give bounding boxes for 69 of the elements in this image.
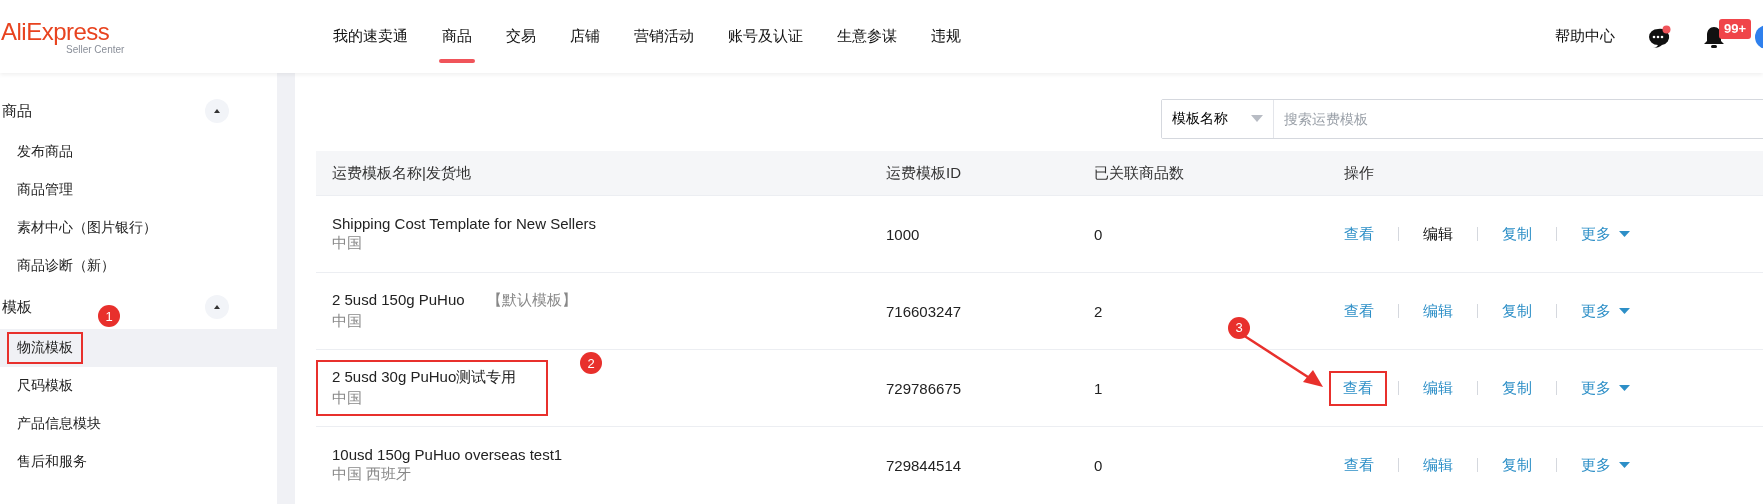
search-field[interactable]: 模板名称 搜索运费模板 bbox=[1161, 99, 1763, 139]
ship-from: 中国 bbox=[332, 234, 363, 253]
template-name: Shipping Cost Template for New Sellers bbox=[332, 215, 597, 232]
more-dropdown[interactable]: 更多 bbox=[1581, 451, 1630, 479]
sidebar-item[interactable]: 商品诊断（新） bbox=[0, 247, 277, 285]
sidebar-item[interactable]: 素材中心（图片银行） bbox=[0, 209, 277, 247]
product-count: 2 bbox=[1093, 302, 1104, 320]
sidebar-item[interactable]: 尺码模板 bbox=[0, 367, 277, 405]
action-link[interactable]: 查看 bbox=[1344, 220, 1374, 248]
nav-tab[interactable]: 店铺 bbox=[553, 0, 617, 73]
caret-icon bbox=[1251, 115, 1263, 123]
notification-count: 99+ bbox=[1719, 18, 1752, 39]
step-marker: 1 bbox=[98, 305, 120, 327]
template-name: 2 5usd 150g PuHuo bbox=[332, 291, 465, 310]
action-link[interactable]: 编辑 bbox=[1423, 374, 1453, 402]
sidebar-item[interactable]: 售后和服务 bbox=[0, 443, 277, 481]
caret-icon bbox=[1619, 384, 1630, 392]
template-name: 10usd 150g PuHuo overseas test1 bbox=[332, 446, 563, 463]
arrow-icon bbox=[1243, 334, 1325, 389]
notification-bell-icon[interactable] bbox=[1703, 24, 1725, 49]
sidebar-group-title: 商品 bbox=[2, 101, 32, 121]
logo-subtitle: Seller Center bbox=[66, 44, 125, 55]
column-header: 操作 bbox=[1343, 163, 1375, 183]
logo[interactable]: AliExpress bbox=[1, 18, 110, 45]
column-header: 运费模板名称|发货地 bbox=[331, 163, 472, 183]
action-link[interactable]: 复制 bbox=[1502, 374, 1532, 402]
sidebar-item[interactable]: 产品信息模块 bbox=[0, 405, 277, 443]
column-header: 已关联商品数 bbox=[1093, 163, 1185, 183]
nav-tab[interactable]: 营销活动 bbox=[617, 0, 711, 73]
nav-tab[interactable]: 生意参谋 bbox=[820, 0, 914, 73]
help-link[interactable]: 帮助中心 bbox=[1555, 27, 1615, 46]
action-link[interactable]: 编辑 bbox=[1423, 451, 1453, 479]
product-count: 1 bbox=[1093, 379, 1104, 397]
caret-icon bbox=[1619, 307, 1630, 315]
caret-icon bbox=[1619, 230, 1630, 238]
sidebar-item[interactable]: 商品管理 bbox=[0, 171, 277, 209]
caret-icon bbox=[1619, 461, 1630, 469]
more-dropdown[interactable]: 更多 bbox=[1581, 374, 1630, 402]
more-dropdown[interactable]: 更多 bbox=[1581, 297, 1630, 325]
ship-from: 中国 bbox=[332, 312, 363, 331]
sidebar-item[interactable]: 发布商品 bbox=[0, 133, 277, 171]
more-dropdown[interactable]: 更多 bbox=[1581, 220, 1630, 248]
template-name: 2 5usd 30g PuHuo测试专用 bbox=[332, 368, 517, 387]
action-link[interactable]: 编辑 bbox=[1423, 220, 1453, 248]
collapse-icon[interactable] bbox=[205, 295, 229, 319]
chat-icon[interactable] bbox=[1647, 24, 1671, 49]
template-id: 729786675 bbox=[885, 379, 963, 397]
collapse-icon[interactable] bbox=[205, 99, 229, 123]
action-link[interactable]: 复制 bbox=[1502, 451, 1532, 479]
nav-tab[interactable]: 商品 bbox=[425, 0, 489, 73]
action-link[interactable]: 查看 bbox=[1344, 451, 1374, 479]
template-id: 729844514 bbox=[885, 456, 963, 474]
nav-tab[interactable]: 违规 bbox=[914, 0, 978, 73]
nav-tab[interactable]: 我的速卖通 bbox=[333, 0, 425, 73]
product-count: 0 bbox=[1093, 225, 1104, 243]
action-link[interactable]: 复制 bbox=[1502, 297, 1532, 325]
column-header: 运费模板ID bbox=[885, 163, 962, 183]
action-link[interactable]: 编辑 bbox=[1423, 297, 1453, 325]
search-scope-dropdown[interactable]: 模板名称 bbox=[1162, 100, 1274, 138]
ship-from: 中国 bbox=[332, 389, 363, 408]
nav-tab[interactable]: 交易 bbox=[489, 0, 553, 73]
template-id: 716603247 bbox=[885, 302, 963, 320]
action-link[interactable]: 复制 bbox=[1502, 220, 1532, 248]
step-marker: 2 bbox=[580, 352, 602, 374]
default-tag: 【默认模板】 bbox=[486, 291, 577, 310]
template-id: 1000 bbox=[885, 225, 921, 243]
nav-tab[interactable]: 账号及认证 bbox=[711, 0, 820, 73]
product-count: 0 bbox=[1093, 456, 1104, 474]
ship-from: 中国 西班牙 bbox=[332, 465, 413, 484]
